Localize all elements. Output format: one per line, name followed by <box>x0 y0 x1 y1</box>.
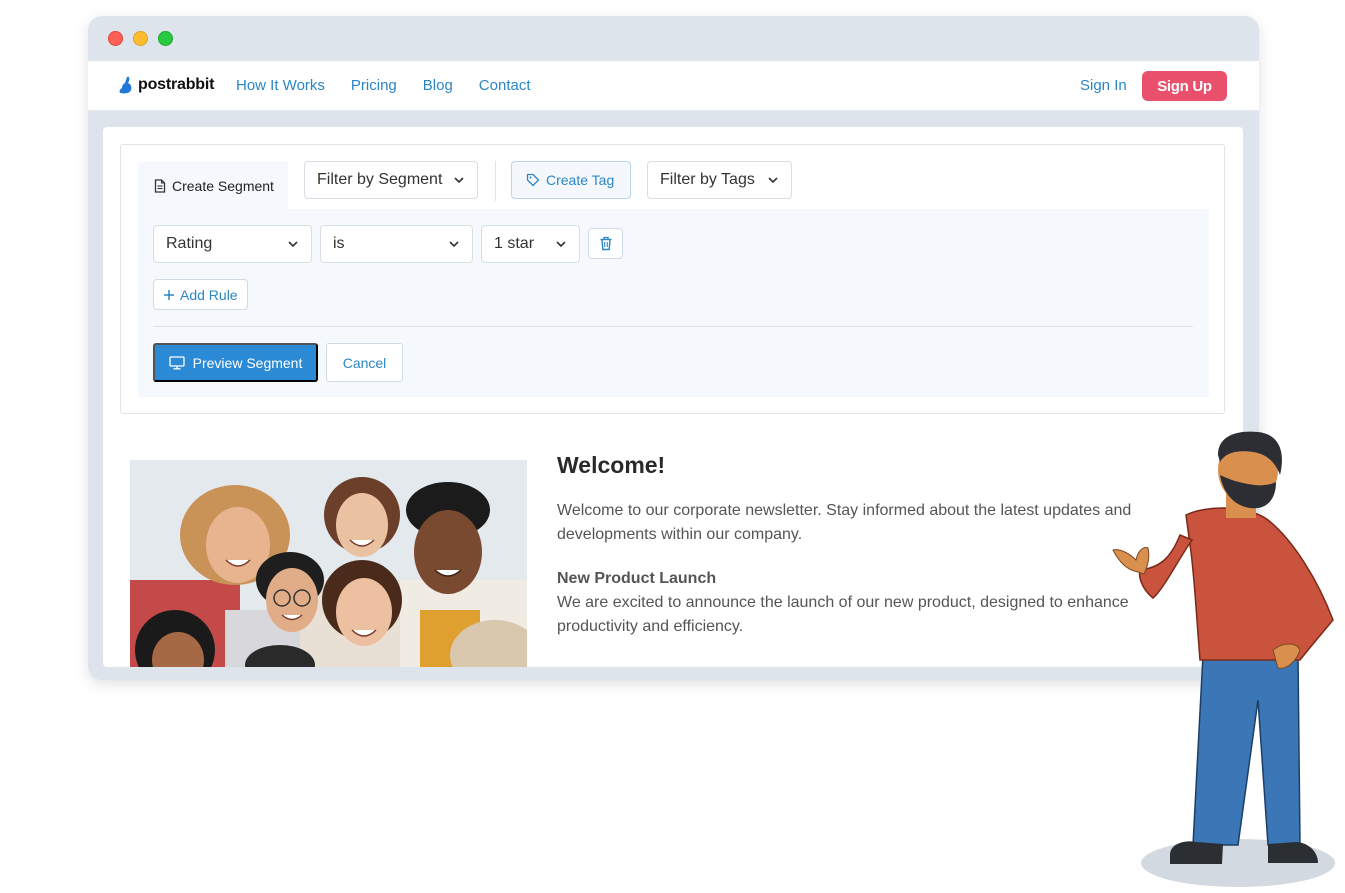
brand-logo[interactable]: postrabbit <box>118 76 214 94</box>
rule-field-value: Rating <box>166 235 213 252</box>
rule-value-select[interactable]: 1 star <box>481 225 580 263</box>
minimize-window-button[interactable] <box>133 31 148 46</box>
article-subtitle: New Product Launch <box>557 570 717 587</box>
presenter-illustration <box>1112 431 1335 887</box>
rabbit-icon <box>119 76 132 94</box>
preview-segment-button[interactable]: Preview Segment <box>153 343 318 382</box>
document-icon <box>154 178 166 193</box>
rule-value-value: 1 star <box>494 235 535 252</box>
chevron-down-icon <box>454 177 464 184</box>
chevron-down-icon <box>288 241 298 248</box>
trash-icon <box>600 236 611 251</box>
tab-create-segment[interactable]: Create Segment <box>138 162 288 209</box>
nav-links: How It Works Pricing Blog Contact <box>236 77 531 94</box>
cancel-button[interactable]: Cancel <box>326 343 403 382</box>
rule-field-select[interactable]: Rating <box>153 225 312 263</box>
preview-segment-label: Preview Segment <box>192 354 303 371</box>
filter-by-segment-label: Filter by Segment <box>317 171 443 188</box>
monitor-icon <box>168 355 185 369</box>
rule-operator-value: is <box>333 235 345 252</box>
main-content: Create Segment Filter by Segment Create … <box>103 127 1243 667</box>
chevron-down-icon <box>556 241 566 248</box>
add-rule-button[interactable]: Add Rule <box>153 279 248 310</box>
nav-link-how-it-works[interactable]: How It Works <box>236 77 325 94</box>
create-tag-button[interactable]: Create Tag <box>511 161 631 199</box>
rules-area: Rating is 1 star Add Rule Preview Segmen… <box>138 209 1209 397</box>
article-intro: Welcome to our corporate newsletter. Sta… <box>557 502 1132 543</box>
chevron-down-icon <box>768 177 778 184</box>
brand-name: postrabbit <box>138 76 215 93</box>
nav-link-contact[interactable]: Contact <box>479 77 531 94</box>
tab-create-segment-label: Create Segment <box>172 177 274 194</box>
rules-divider <box>153 326 1193 327</box>
filter-by-tags-dropdown[interactable]: Filter by Tags <box>647 161 792 199</box>
plus-icon <box>164 289 174 300</box>
segment-panel: Create Segment Filter by Segment Create … <box>120 144 1225 414</box>
group-photo <box>130 460 527 667</box>
close-window-button[interactable] <box>108 31 123 46</box>
maximize-window-button[interactable] <box>158 31 173 46</box>
chevron-down-icon <box>449 241 459 248</box>
nav-link-blog[interactable]: Blog <box>423 77 453 94</box>
nav-link-pricing[interactable]: Pricing <box>351 77 397 94</box>
tag-icon <box>526 173 540 187</box>
sign-in-link[interactable]: Sign In <box>1080 77 1127 94</box>
filter-by-tags-label: Filter by Tags <box>660 171 755 188</box>
article-body: We are excited to announce the launch of… <box>557 594 1129 635</box>
create-tag-label: Create Tag <box>546 172 615 188</box>
add-rule-label: Add Rule <box>180 286 238 303</box>
filter-by-segment-dropdown[interactable]: Filter by Segment <box>304 161 478 199</box>
sign-up-button[interactable]: Sign Up <box>1142 71 1227 101</box>
browser-window: postrabbit How It Works Pricing Blog Con… <box>88 16 1259 680</box>
toolbar-divider <box>495 161 496 201</box>
rule-operator-select[interactable]: is <box>320 225 473 263</box>
group-photo-illustration <box>130 460 527 667</box>
newsletter-article: Welcome! Welcome to our corporate newsle… <box>557 452 1157 639</box>
delete-rule-button[interactable] <box>588 228 623 259</box>
site-navbar: postrabbit How It Works Pricing Blog Con… <box>88 61 1259 111</box>
article-title: Welcome! <box>557 452 666 478</box>
window-titlebar <box>88 16 1259 61</box>
